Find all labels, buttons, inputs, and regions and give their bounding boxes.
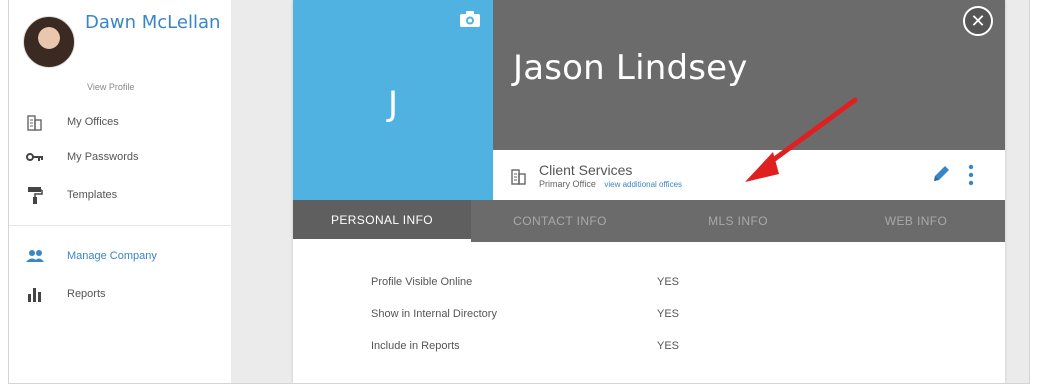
paint-roller-icon — [25, 185, 45, 205]
tab-bar: PERSONAL INFO CONTACT INFO MLS INFO WEB … — [293, 200, 1005, 242]
info-row: Profile Visible Online YES — [371, 268, 971, 300]
key-icon — [25, 147, 45, 167]
contact-card: J Jason Lindsey ✕ Client Services Primar… — [293, 0, 1005, 383]
close-icon: ✕ — [970, 10, 986, 31]
close-button[interactable]: ✕ — [963, 6, 993, 36]
sidebar-item-manage-company[interactable]: Manage Company — [9, 241, 231, 271]
sidebar-item-my-offices[interactable]: My Offices — [9, 107, 231, 137]
info-label: Show in Internal Directory — [371, 308, 497, 320]
sidebar-item-label: Manage Company — [67, 250, 157, 262]
sidebar-item-label: My Offices — [67, 116, 119, 128]
sidebar-item-label: My Passwords — [67, 151, 139, 163]
avatar[interactable] — [23, 16, 75, 68]
view-additional-offices-link[interactable]: view additional offices — [604, 180, 682, 189]
sidebar-item-my-passwords[interactable]: My Passwords — [9, 142, 231, 172]
personal-info-list: Profile Visible Online YES Show in Inter… — [371, 268, 971, 364]
user-name: Dawn McLellan — [85, 12, 221, 33]
tab-personal-info[interactable]: PERSONAL INFO — [293, 200, 471, 242]
app-frame: Dawn McLellan View Profile My Offices My… — [8, 0, 1030, 384]
info-value: YES — [657, 308, 680, 320]
info-row: Show in Internal Directory YES — [371, 300, 971, 332]
sidebar-item-label: Templates — [67, 189, 118, 201]
tab-mls-info[interactable]: MLS INFO — [649, 200, 827, 242]
office-type: Primary Office — [539, 179, 596, 189]
camera-icon[interactable] — [459, 10, 481, 28]
info-label: Profile Visible Online — [371, 276, 473, 288]
people-icon — [25, 246, 45, 266]
building-icon — [25, 112, 45, 132]
office-name: Client Services — [539, 162, 633, 178]
more-vertical-icon[interactable] — [967, 164, 975, 186]
sidebar-item-label: Reports — [67, 288, 106, 300]
tab-web-info[interactable]: WEB INFO — [827, 200, 1005, 242]
sidebar: Dawn McLellan View Profile My Offices My… — [9, 0, 231, 383]
view-profile-link[interactable]: View Profile — [87, 82, 134, 92]
annotation-arrow — [745, 97, 858, 182]
info-row: Include in Reports YES — [371, 332, 971, 364]
sidebar-item-templates[interactable]: Templates — [9, 180, 231, 210]
sidebar-divider — [9, 225, 231, 226]
profile-photo[interactable]: J — [293, 0, 493, 200]
info-value: YES — [657, 276, 680, 288]
bar-chart-icon — [25, 284, 45, 304]
info-value: YES — [657, 340, 680, 352]
info-label: Include in Reports — [371, 340, 460, 352]
contact-name: Jason Lindsey — [513, 48, 748, 88]
building-icon — [511, 167, 527, 185]
pencil-icon[interactable] — [931, 164, 951, 184]
sidebar-item-reports[interactable]: Reports — [9, 279, 231, 309]
office-subline: Primary Office view additional offices — [539, 179, 682, 189]
tab-contact-info[interactable]: CONTACT INFO — [471, 200, 649, 242]
profile-initial: J — [387, 84, 399, 124]
main-area: J Jason Lindsey ✕ Client Services Primar… — [231, 0, 1029, 383]
